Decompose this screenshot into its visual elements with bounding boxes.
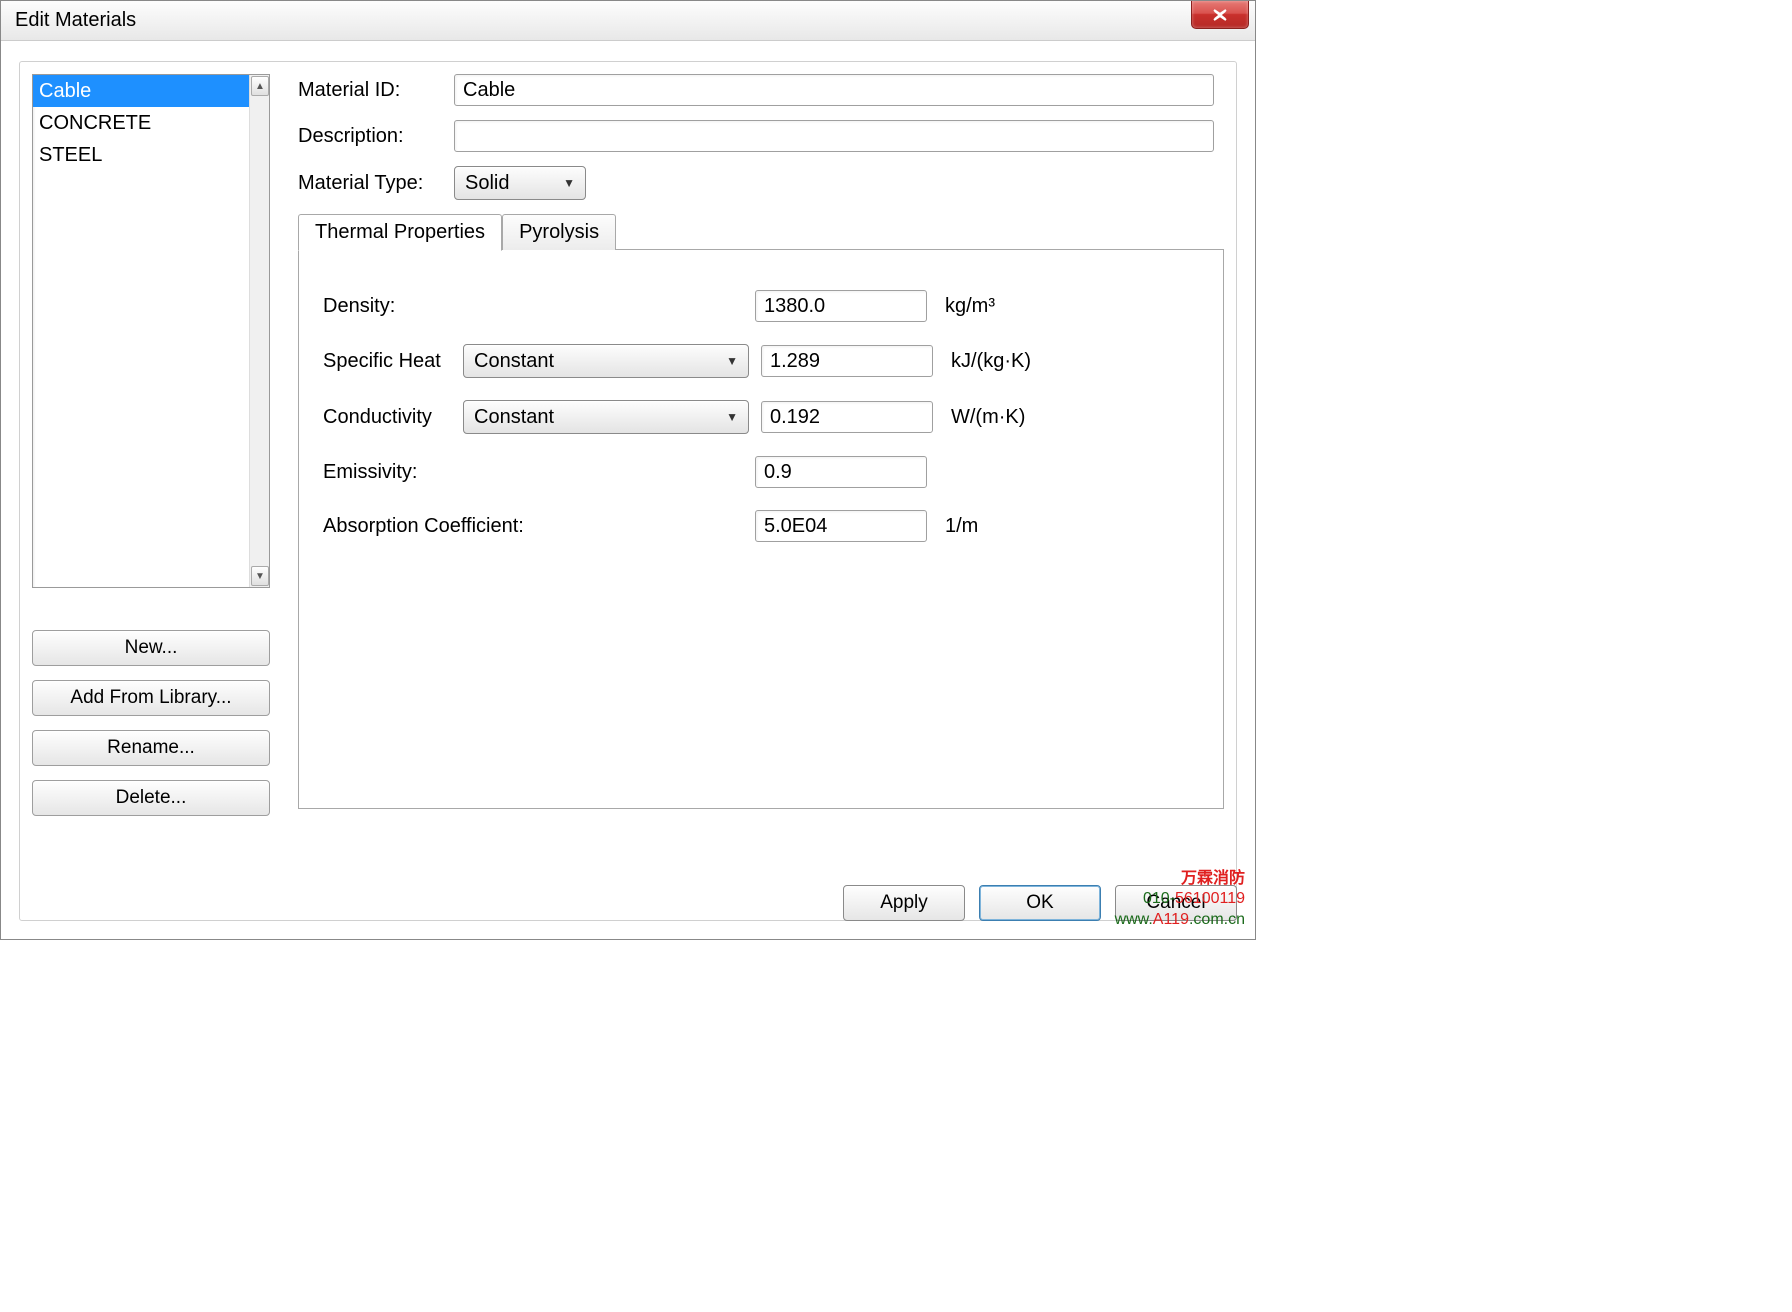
titlebar: Edit Materials — [1, 1, 1255, 41]
side-buttons: New... Add From Library... Rename... Del… — [32, 630, 270, 816]
absorption-unit: 1/m — [945, 515, 978, 538]
apply-button[interactable]: Apply — [843, 885, 965, 921]
materials-listbox[interactable]: Cable CONCRETE STEEL ▲ ▼ — [32, 74, 270, 588]
list-item[interactable]: Cable — [33, 75, 249, 107]
density-input[interactable] — [755, 290, 927, 322]
close-icon — [1212, 9, 1228, 21]
tabs-container: Thermal Properties Pyrolysis Density: kg… — [298, 214, 1224, 810]
density-row: Density: kg/m³ — [323, 290, 1199, 322]
specific-heat-label: Specific Heat — [323, 350, 463, 373]
ok-button[interactable]: OK — [979, 885, 1101, 921]
tabstrip: Thermal Properties Pyrolysis — [298, 214, 1224, 250]
absorption-row: Absorption Coefficient: 1/m — [323, 510, 1199, 542]
absorption-input[interactable] — [755, 510, 927, 542]
new-button[interactable]: New... — [32, 630, 270, 666]
specific-heat-row: Specific Heat Constant ▼ kJ/(kg·K) — [323, 344, 1199, 378]
material-id-label: Material ID: — [298, 79, 454, 102]
close-button[interactable] — [1191, 1, 1249, 29]
rename-button[interactable]: Rename... — [32, 730, 270, 766]
material-type-select[interactable]: Solid ▼ — [454, 166, 586, 200]
thermal-panel: Density: kg/m³ Specific Heat Constant ▼ … — [298, 249, 1224, 809]
window-title: Edit Materials — [15, 9, 136, 32]
material-type-row: Material Type: Solid ▼ — [298, 166, 1224, 200]
material-type-label: Material Type: — [298, 172, 454, 195]
scroll-down-icon[interactable]: ▼ — [251, 566, 269, 586]
delete-button[interactable]: Delete... — [32, 780, 270, 816]
conductivity-mode-value: Constant — [474, 406, 554, 429]
emissivity-label: Emissivity: — [323, 461, 755, 484]
description-input[interactable] — [454, 120, 1214, 152]
list-item[interactable]: CONCRETE — [33, 107, 249, 139]
description-row: Description: — [298, 120, 1224, 152]
absorption-label: Absorption Coefficient: — [323, 515, 755, 538]
conductivity-input[interactable] — [761, 401, 933, 433]
density-label: Density: — [323, 295, 755, 318]
conductivity-unit: W/(m·K) — [951, 406, 1025, 429]
specific-heat-mode-select[interactable]: Constant ▼ — [463, 344, 749, 378]
list-item[interactable]: STEEL — [33, 139, 249, 171]
right-panel: Material ID: Description: Material Type:… — [298, 74, 1224, 810]
content-panel: Cable CONCRETE STEEL ▲ ▼ New... Add From… — [19, 61, 1237, 921]
add-from-library-button[interactable]: Add From Library... — [32, 680, 270, 716]
list-items: Cable CONCRETE STEEL — [33, 75, 249, 587]
density-unit: kg/m³ — [945, 295, 995, 318]
conductivity-row: Conductivity Constant ▼ W/(m·K) — [323, 400, 1199, 434]
specific-heat-unit: kJ/(kg·K) — [951, 350, 1031, 373]
scrollbar[interactable]: ▲ ▼ — [249, 75, 269, 587]
material-id-input[interactable] — [454, 74, 1214, 106]
specific-heat-input[interactable] — [761, 345, 933, 377]
description-label: Description: — [298, 125, 454, 148]
dialog-window: Edit Materials Cable CONCRETE STEEL ▲ ▼ … — [0, 0, 1256, 940]
conductivity-label: Conductivity — [323, 406, 463, 429]
left-panel: Cable CONCRETE STEEL ▲ ▼ New... Add From… — [32, 74, 270, 830]
dialog-buttons: Apply OK Cancel — [843, 885, 1237, 921]
tab-thermal-properties[interactable]: Thermal Properties — [298, 214, 502, 251]
conductivity-mode-select[interactable]: Constant ▼ — [463, 400, 749, 434]
chevron-down-icon: ▼ — [726, 410, 738, 424]
chevron-down-icon: ▼ — [726, 354, 738, 368]
cancel-button[interactable]: Cancel — [1115, 885, 1237, 921]
material-type-value: Solid — [465, 172, 509, 195]
emissivity-input[interactable] — [755, 456, 927, 488]
material-id-row: Material ID: — [298, 74, 1224, 106]
chevron-down-icon: ▼ — [563, 176, 575, 190]
specific-heat-mode-value: Constant — [474, 350, 554, 373]
scroll-up-icon[interactable]: ▲ — [251, 76, 269, 96]
tab-pyrolysis[interactable]: Pyrolysis — [502, 214, 616, 250]
emissivity-row: Emissivity: — [323, 456, 1199, 488]
